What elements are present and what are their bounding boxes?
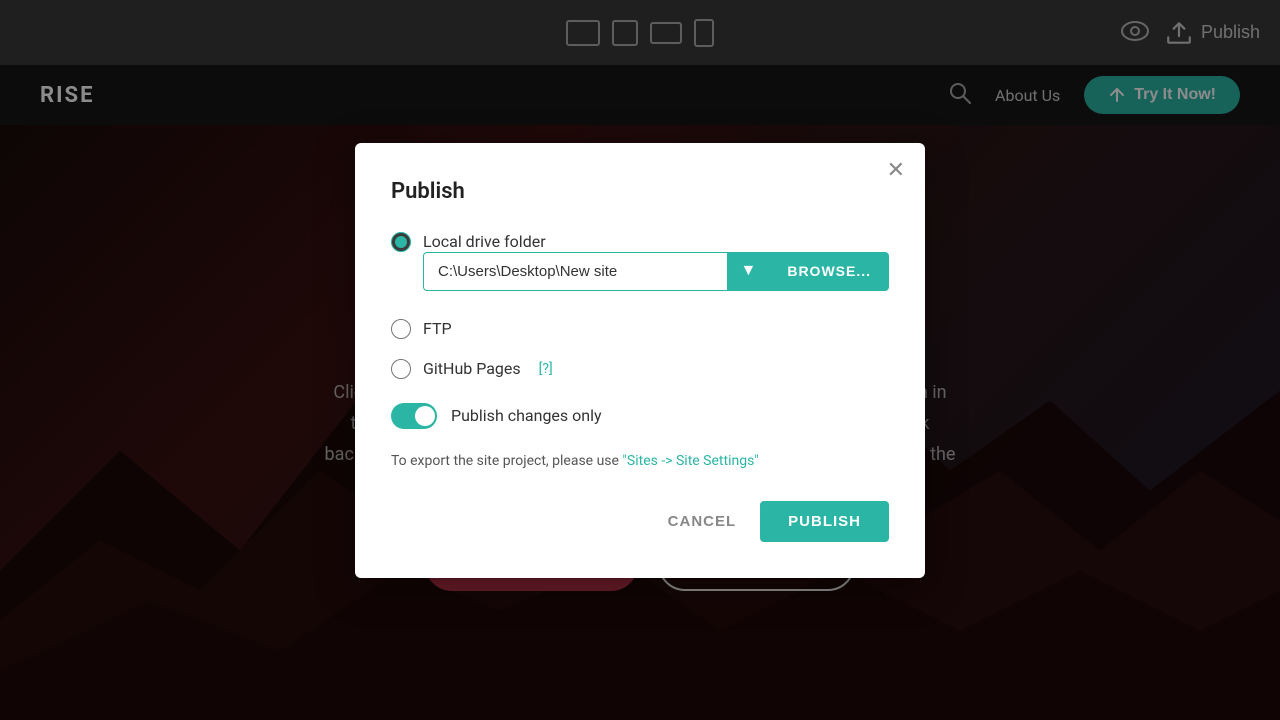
file-path-dropdown-button[interactable]: ▼ — [727, 252, 769, 291]
local-drive-label: Local drive folder — [423, 232, 546, 251]
github-label: GitHub Pages — [423, 359, 521, 378]
modal-title: Publish — [391, 179, 889, 204]
export-note: To export the site project, please use "… — [391, 453, 889, 469]
github-option[interactable]: GitHub Pages [?] — [391, 359, 889, 379]
modal-overlay: Publish ✕ Local drive folder ▼ BROWSE... — [0, 0, 1280, 720]
site-settings-link[interactable]: "Sites -> Site Settings" — [622, 453, 758, 469]
modal-close-button[interactable]: ✕ — [887, 159, 905, 181]
github-radio[interactable] — [391, 359, 411, 379]
publish-options: Local drive folder ▼ BROWSE... FTP GitHu… — [391, 232, 889, 379]
export-note-prefix: To export the site project, please use — [391, 453, 622, 469]
publish-button[interactable]: PUBLISH — [760, 501, 889, 542]
toggle-row: Publish changes only — [391, 403, 889, 429]
toggle-label: Publish changes only — [451, 406, 602, 425]
cancel-button[interactable]: CANCEL — [660, 503, 745, 540]
file-path-row: ▼ BROWSE... — [423, 252, 889, 291]
ftp-label: FTP — [423, 319, 452, 338]
ftp-option[interactable]: FTP — [391, 319, 889, 339]
browse-button[interactable]: BROWSE... — [769, 252, 889, 291]
local-drive-radio[interactable] — [391, 232, 411, 252]
github-help-link[interactable]: [?] — [539, 361, 553, 377]
file-path-input[interactable] — [423, 252, 727, 291]
option-local-drive: Local drive folder ▼ BROWSE... — [391, 232, 889, 299]
ftp-radio[interactable] — [391, 319, 411, 339]
local-drive-option[interactable]: Local drive folder — [391, 232, 889, 252]
publish-modal: Publish ✕ Local drive folder ▼ BROWSE... — [355, 143, 925, 578]
toggle-slider — [391, 403, 437, 429]
modal-footer: CANCEL PUBLISH — [391, 501, 889, 542]
publish-changes-toggle[interactable] — [391, 403, 437, 429]
